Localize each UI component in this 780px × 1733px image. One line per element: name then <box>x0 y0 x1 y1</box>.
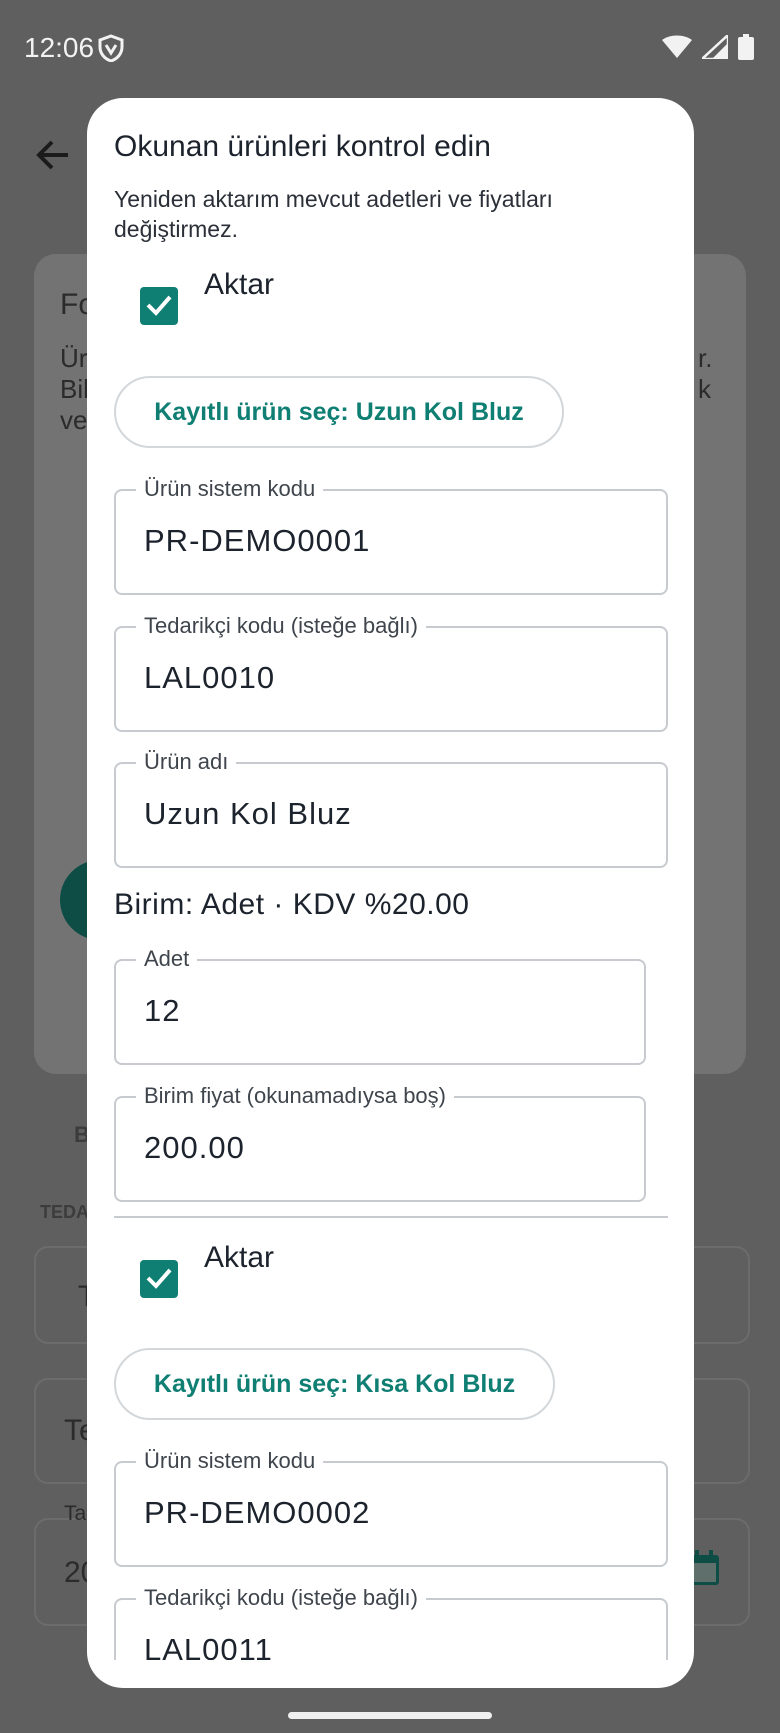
supplier-code-value-2: LAL0011 <box>144 1632 273 1660</box>
transfer-checkbox-1[interactable] <box>140 287 178 325</box>
supplier-code-value-1: LAL0010 <box>144 660 276 695</box>
supplier-code-label-2: Tedarikçi kodu (isteğe bağlı) <box>136 1585 426 1611</box>
background-text-5: k <box>698 374 711 404</box>
dialog-scroll-area[interactable]: Okunan ürünleri kontrol edin Yeniden akt… <box>87 98 694 1660</box>
unit-price-field-1[interactable]: Birim fiyat (okunamadıysa boş) 200.00 <box>114 1083 646 1202</box>
system-code-value-2: PR-DEMO0002 <box>144 1495 371 1530</box>
system-code-field-2[interactable]: Ürün sistem kodu PR-DEMO0002 <box>114 1448 668 1567</box>
item-divider <box>114 1216 668 1218</box>
quantity-label-1: Adet <box>136 946 198 972</box>
review-products-dialog: Okunan ürünleri kontrol edin Yeniden akt… <box>87 98 694 1688</box>
status-time: 12:06 <box>24 32 95 63</box>
system-code-label-1: Ürün sistem kodu <box>136 476 324 502</box>
dialog-subtitle: Yeniden aktarım mevcut adetleri ve fiyat… <box>114 186 553 242</box>
home-indicator[interactable] <box>288 1712 492 1719</box>
pick-saved-product-button-2[interactable]: Kayıtlı ürün seç: Kısa Kol Bluz <box>114 1348 555 1420</box>
background-text-3: ve <box>60 405 88 435</box>
supplier-code-label-1: Tedarikçi kodu (isteğe bağlı) <box>136 613 426 639</box>
unit-price-value-1: 200.00 <box>144 1130 245 1165</box>
pick-saved-product-button-1[interactable]: Kayıtlı ürün seç: Uzun Kol Bluz <box>114 376 564 448</box>
supplier-code-field-1[interactable]: Tedarikçi kodu (isteğe bağlı) LAL0010 <box>114 613 668 732</box>
background-text-1: Ür <box>60 343 88 373</box>
wifi-icon <box>662 35 692 64</box>
transfer-checkbox-2[interactable] <box>140 1260 178 1298</box>
product-name-value-1: Uzun Kol Bluz <box>144 796 352 831</box>
quantity-field-1[interactable]: Adet 12 <box>114 946 646 1065</box>
background-supplier-label: TEDA <box>40 1202 89 1222</box>
background-field-3-label: Ta <box>64 1502 87 1525</box>
system-code-field-1[interactable]: Ürün sistem kodu PR-DEMO0001 <box>114 476 668 595</box>
product-name-label-1: Ürün adı <box>136 749 237 775</box>
back-arrow-icon[interactable] <box>36 140 70 175</box>
battery-icon <box>738 34 754 65</box>
transfer-checkbox-label-1: Aktar <box>204 268 275 301</box>
product-name-field-1[interactable]: Ürün adı Uzun Kol Bluz <box>114 749 668 868</box>
signal-icon <box>698 32 730 64</box>
background-text-4: r. <box>698 343 713 373</box>
status-bar: 12:06 <box>0 0 780 98</box>
unit-vat-info: Birim: Adet · KDV %20.00 <box>114 888 470 921</box>
transfer-checkbox-label-2: Aktar <box>204 1241 275 1274</box>
system-code-label-2: Ürün sistem kodu <box>136 1448 324 1474</box>
background-text-2: Bil <box>60 374 89 404</box>
quantity-value-1: 12 <box>144 993 181 1028</box>
unit-price-label-1: Birim fiyat (okunamadıysa boş) <box>136 1083 454 1109</box>
vpn-shield-icon <box>98 34 124 67</box>
dialog-title: Okunan ürünleri kontrol edin <box>114 130 491 163</box>
supplier-code-field-2[interactable]: Tedarikçi kodu (isteğe bağlı) LAL0011 <box>114 1585 668 1660</box>
system-code-value-1: PR-DEMO0001 <box>144 523 371 558</box>
